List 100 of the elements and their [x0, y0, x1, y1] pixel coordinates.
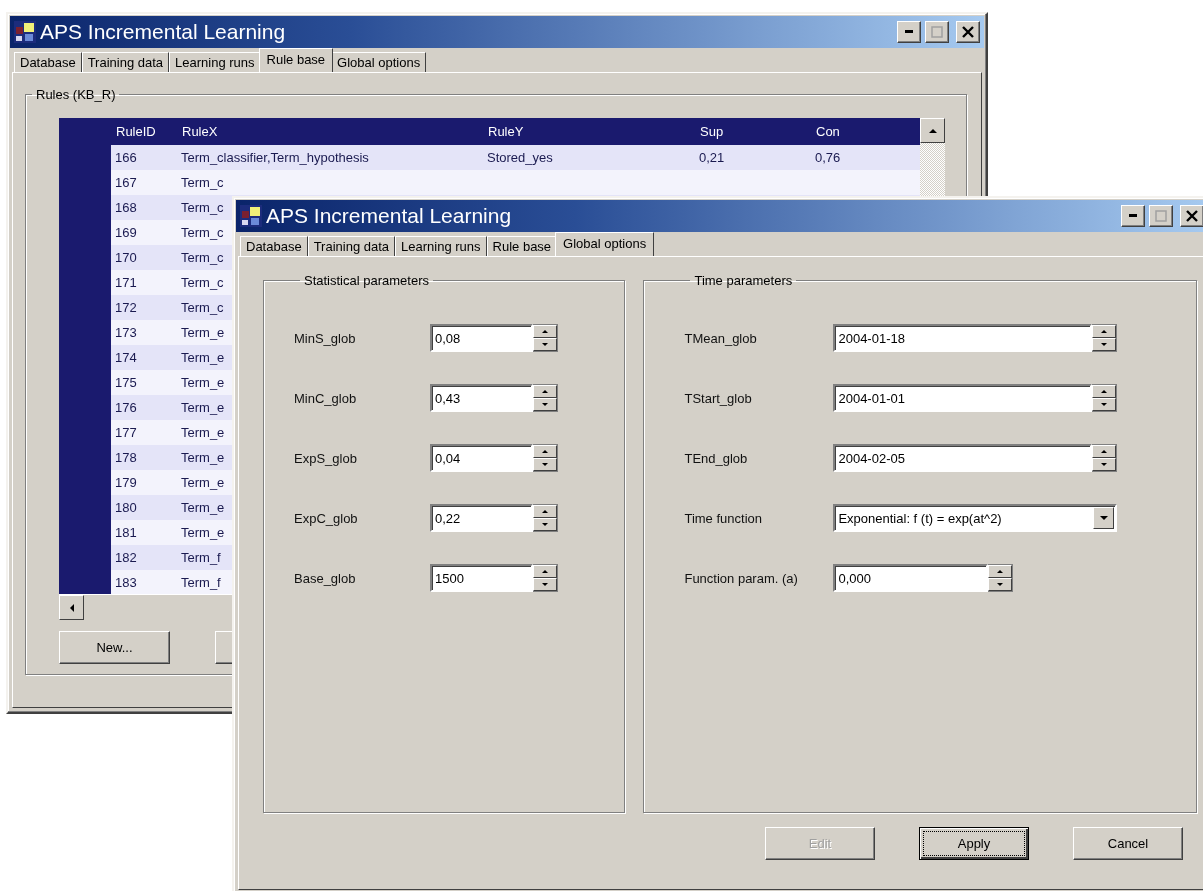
spin-buttons[interactable] — [533, 384, 558, 412]
maximize-button[interactable] — [925, 21, 949, 43]
field-label: TMean_glob — [684, 330, 758, 346]
window-title: APS Incremental Learning — [40, 20, 287, 44]
tab[interactable]: Rule base — [486, 236, 558, 256]
down-arrow-icon — [997, 583, 1004, 586]
field-label: Function param. (a) — [684, 570, 799, 586]
number-field[interactable]: 0,22 — [430, 504, 533, 532]
number-field[interactable]: 2004-02-05 — [833, 444, 1093, 472]
down-arrow-icon — [542, 343, 548, 346]
minimize-button[interactable] — [897, 21, 921, 43]
table-cell-text: Term_e — [180, 400, 225, 415]
dialog-button[interactable]: Cancel — [1073, 827, 1183, 860]
up-arrow-icon — [542, 570, 548, 573]
up-arrow-icon — [542, 450, 548, 453]
up-arrow-icon — [1101, 330, 1108, 333]
spin-buttons[interactable] — [1092, 384, 1118, 412]
window-title: APS Incremental Learning — [266, 204, 513, 228]
close-button[interactable] — [1180, 205, 1203, 227]
table-cell-text: 172 — [114, 300, 137, 315]
spin-buttons[interactable] — [533, 444, 558, 472]
table-cell-text: 178 — [114, 450, 137, 465]
table-cell-text: Term_e — [180, 350, 225, 365]
table-cell-text: 177 — [114, 425, 137, 440]
table-cell-text: Term_f — [180, 575, 221, 590]
number-field[interactable]: 2004-01-01 — [833, 384, 1093, 412]
tab[interactable]: Learning runs — [395, 236, 487, 256]
tab[interactable]: Database — [240, 236, 308, 256]
table-cell-text: 182 — [114, 550, 137, 565]
maximize-button[interactable] — [1149, 205, 1173, 227]
tab[interactable]: Database — [14, 52, 82, 72]
table-cell-text: 181 — [114, 525, 137, 540]
number-field[interactable]: 1500 — [430, 564, 533, 592]
table-cell-text: 183 — [114, 575, 137, 590]
table-cell-text: 0,21 — [698, 150, 725, 165]
column-header[interactable]: Con — [811, 124, 920, 139]
table-cell-text: 169 — [114, 225, 137, 240]
spin-buttons[interactable] — [1092, 324, 1118, 352]
caret-icon — [1099, 516, 1108, 520]
maximize-icon — [1155, 210, 1167, 222]
table-cell-text: 179 — [114, 475, 137, 490]
down-arrow-icon — [542, 463, 548, 466]
table-cell-text: 167 — [114, 175, 137, 190]
tab[interactable]: Training data — [307, 236, 396, 256]
spin-buttons[interactable] — [988, 564, 1014, 592]
number-field[interactable]: 0,000 — [833, 564, 989, 592]
table-cell-text: 175 — [114, 375, 137, 390]
table-cell-text: Term_f — [180, 550, 221, 565]
table-cell-text: Term_e — [180, 450, 225, 465]
dropdown[interactable]: Exponential: f (t) = exp(at^2) — [833, 504, 1118, 532]
up-arrow-icon — [542, 390, 548, 393]
table-cell-text: Stored_yes — [486, 150, 553, 165]
column-header[interactable]: RuleY — [483, 124, 695, 139]
table-cell-text: Term_c — [180, 175, 224, 190]
table-cell-text: Term_e — [180, 375, 225, 390]
column-header[interactable]: Sup — [695, 124, 811, 139]
up-arrow-icon — [1101, 390, 1108, 393]
table-cell-text: 173 — [114, 325, 137, 340]
number-field[interactable]: 0,43 — [430, 384, 533, 412]
minimize-button[interactable] — [1121, 205, 1145, 227]
down-arrow-icon — [542, 523, 548, 526]
number-field[interactable]: 0,08 — [430, 324, 533, 352]
column-header[interactable]: RuleX — [177, 124, 483, 139]
group-title: Time parameters — [693, 273, 794, 288]
close-icon — [1186, 210, 1198, 222]
table-cell-text: Term_e — [180, 325, 225, 340]
tab[interactable]: Learning runs — [169, 52, 261, 72]
column-header[interactable]: RuleID — [111, 124, 177, 139]
scroll-up-button[interactable] — [920, 118, 945, 143]
field-label: ExpS_glob — [294, 450, 358, 466]
table-cell-text: Term_c — [180, 275, 224, 290]
scroll-left-button[interactable] — [59, 595, 84, 620]
app-icon — [14, 21, 36, 43]
down-arrow-icon — [1101, 463, 1108, 466]
table-cell-text: Term_e — [180, 500, 225, 515]
spin-buttons[interactable] — [1092, 444, 1118, 472]
table-cell-text: Term_c — [180, 300, 224, 315]
app-icon — [240, 205, 262, 227]
table-cell-text: 180 — [114, 500, 137, 515]
tab[interactable]: Training data — [81, 52, 170, 72]
down-arrow-icon — [1101, 403, 1108, 406]
spin-buttons[interactable] — [533, 564, 558, 592]
down-arrow-icon — [542, 583, 548, 586]
table-cell-text: Term_e — [180, 475, 225, 490]
number-field[interactable]: 2004-01-18 — [833, 324, 1093, 352]
minimize-icon — [904, 30, 914, 34]
number-field[interactable]: 0,04 — [430, 444, 533, 472]
close-button[interactable] — [956, 21, 980, 43]
new-button[interactable]: New... — [59, 631, 170, 664]
tab[interactable]: Global options — [555, 232, 655, 256]
dropdown-button[interactable] — [1093, 507, 1115, 529]
table-cell-text: Term_e — [180, 425, 225, 440]
spin-buttons[interactable] — [533, 324, 558, 352]
group-title: Rules (KB_R) — [35, 87, 117, 102]
spin-buttons[interactable] — [533, 504, 558, 532]
dialog-button[interactable]: Apply — [919, 827, 1029, 860]
tab[interactable]: Global options — [331, 52, 427, 72]
up-arrow-icon — [928, 128, 937, 133]
tab[interactable]: Rule base — [258, 48, 334, 72]
table-cell-text: 176 — [114, 400, 137, 415]
